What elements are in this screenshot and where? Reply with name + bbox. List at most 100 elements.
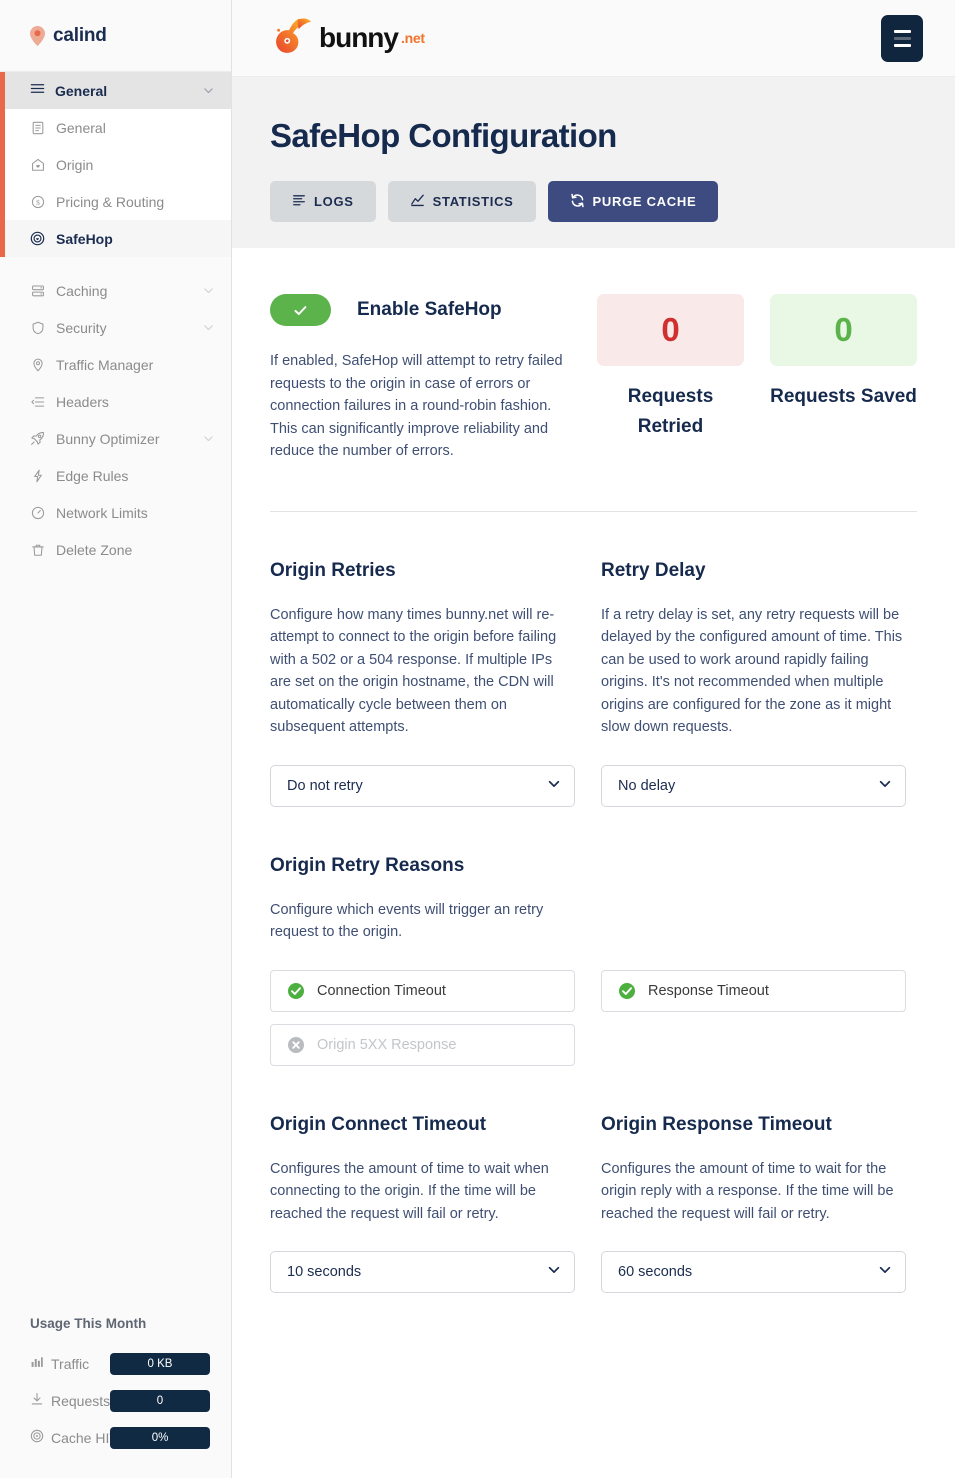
origin-retries-section: Origin Retries Configure how many times … (270, 560, 575, 807)
chevron-down-icon (202, 321, 215, 334)
logo-wordmark: bunny (319, 22, 399, 53)
dollar-circle-icon: $ (30, 194, 45, 209)
sidebar-item-origin[interactable]: Origin (0, 146, 231, 183)
enable-safehop-description: If enabled, SafeHop will attempt to retr… (270, 353, 563, 459)
server-icon (30, 283, 45, 298)
sidebar-item-label: Bunny Optimizer (56, 430, 160, 447)
home-heart-icon (30, 157, 45, 172)
enable-safehop-label: Enable SafeHop (357, 299, 502, 320)
refresh-icon (570, 193, 585, 211)
sidebar-item-pricing-routing[interactable]: $ Pricing & Routing (0, 183, 231, 220)
usage-value-requests: 0 (110, 1389, 210, 1412)
zone-name: calind (53, 24, 107, 46)
retry-reasons-description: Configure which events will trigger an r… (270, 901, 544, 941)
stat-caption-requests-retried: Requests Retried (627, 386, 714, 437)
statistics-button[interactable]: STATISTICS (387, 181, 536, 222)
sidebar-item-label: Pricing & Routing (56, 193, 165, 210)
sidebar-item-label: Caching (56, 282, 108, 299)
origin-response-timeout-title: Origin Response Timeout (601, 1113, 832, 1135)
active-group-accent-bar (0, 72, 5, 257)
sidebar-item-delete-zone[interactable]: Delete Zone (0, 531, 231, 568)
sidebar-item-label: Traffic Manager (56, 356, 154, 373)
retry-reason-response-timeout[interactable]: Response Timeout (601, 969, 906, 1012)
usage-label-text: Cache HIT (51, 1429, 118, 1446)
origin-response-timeout-section: Origin Response Timeout Configures the a… (601, 1113, 906, 1293)
section-divider (270, 510, 917, 512)
stat-requests-saved: 0 Requests Saved (770, 294, 917, 442)
sidebar-main-nav: Caching Security Traffic Manager Headers… (0, 272, 231, 568)
settings-content: Enable SafeHop If enabled, SafeHop will … (232, 248, 955, 1293)
map-pin-icon (30, 357, 45, 372)
sidebar-item-safehop[interactable]: SafeHop (0, 220, 231, 257)
sidebar-item-label: Delete Zone (56, 541, 133, 558)
zone-brand[interactable]: calind (0, 0, 231, 72)
usage-value-cache-hit: 0% (110, 1426, 210, 1449)
hamburger-menu-icon[interactable] (881, 14, 923, 62)
purge-cache-button[interactable]: PURGE CACHE (547, 181, 719, 222)
app-root: calind General General Origin $ Pricing … (0, 0, 955, 1478)
retry-reasons-right: Response Timeout (601, 899, 906, 1066)
sidebar-item-edge-rules[interactable]: Edge Rules (0, 457, 231, 494)
stat-value-requests-retried: 0 (597, 294, 744, 366)
sidebar-item-general[interactable]: General (0, 109, 231, 146)
logs-icon (292, 193, 306, 210)
stat-requests-retried: 0 Requests Retried (597, 294, 744, 442)
check-icon (293, 303, 308, 318)
shield-icon (30, 320, 45, 335)
sidebar-item-label: Origin (56, 156, 94, 173)
origin-connect-timeout-description: Configures the amount of time to wait wh… (270, 1160, 549, 1222)
target-heart-icon (30, 231, 45, 246)
logo-tld: .net (401, 30, 425, 46)
origin-retries-select[interactable]: Do not retry (270, 764, 575, 807)
sidebar-group-label: General (55, 82, 108, 99)
origin-connect-timeout-select[interactable]: 10 seconds (270, 1251, 575, 1293)
retry-reasons-section: Origin Retry Reasons Configure which eve… (270, 855, 917, 1066)
sidebar-item-label: Security (56, 319, 107, 336)
timeouts-row: Origin Connect Timeout Configures the am… (270, 1113, 917, 1293)
target-icon (30, 1429, 44, 1446)
statistics-icon (410, 193, 425, 210)
page-action-buttons: LOGS STATISTICS PURGE CACHE (270, 181, 917, 222)
origin-response-timeout-select[interactable]: 60 seconds (601, 1251, 906, 1293)
download-icon (30, 1392, 44, 1409)
check-circle-icon (618, 982, 636, 1000)
gauge-icon (30, 505, 45, 520)
trash-icon (30, 542, 45, 557)
chevron-down-icon (202, 432, 215, 445)
usage-label-text: Traffic (51, 1355, 90, 1372)
sidebar-item-bunny-optimizer[interactable]: Bunny Optimizer (0, 420, 231, 457)
sidebar-group-header-general[interactable]: General (0, 72, 231, 109)
retry-delay-description: If a retry delay is set, any retry reque… (601, 606, 903, 736)
sidebar-item-label: SafeHop (56, 230, 113, 247)
bolt-icon (30, 468, 45, 483)
sidebar-item-traffic-manager[interactable]: Traffic Manager (0, 346, 231, 383)
origin-connect-timeout-title: Origin Connect Timeout (270, 1113, 487, 1135)
sidebar-item-network-limits[interactable]: Network Limits (0, 494, 231, 531)
purge-cache-button-label: PURGE CACHE (592, 194, 697, 209)
retry-reasons-left: Configure which events will trigger an r… (270, 899, 575, 1066)
sidebar-item-caching[interactable]: Caching (0, 272, 231, 309)
retry-reason-origin-5xx-response[interactable]: Origin 5XX Response (270, 1023, 575, 1066)
rocket-icon (30, 431, 45, 446)
page-header: SafeHop Configuration LOGS STATISTICS PU… (232, 77, 955, 248)
retry-delay-section: Retry Delay If a retry delay is set, any… (601, 560, 906, 807)
retry-delay-select[interactable]: No delay (601, 764, 906, 807)
logs-button-label: LOGS (314, 194, 354, 209)
enable-safehop-toggle[interactable] (270, 294, 331, 326)
retry-reason-connection-timeout[interactable]: Connection Timeout (270, 969, 575, 1012)
bunny-logo[interactable]: bunny .net (270, 13, 425, 64)
sidebar-item-security[interactable]: Security (0, 309, 231, 346)
page-title: SafeHop Configuration (270, 117, 617, 154)
sidebar-item-headers[interactable]: Headers (0, 383, 231, 420)
bar-chart-icon (30, 1355, 44, 1372)
sidebar-item-label: Edge Rules (56, 467, 129, 484)
usage-value-traffic: 0 KB (110, 1352, 210, 1375)
usage-row-requests: Requests 0 (30, 1382, 210, 1419)
retry-delay-title: Retry Delay (601, 559, 706, 581)
enable-safehop-row: Enable SafeHop If enabled, SafeHop will … (270, 294, 917, 463)
logs-button[interactable]: LOGS (270, 181, 376, 222)
origin-response-timeout-description: Configures the amount of time to wait fo… (601, 1160, 894, 1222)
check-circle-icon (287, 982, 305, 1000)
usage-label-text: Requests (51, 1392, 111, 1409)
map-pin-icon (30, 25, 45, 46)
